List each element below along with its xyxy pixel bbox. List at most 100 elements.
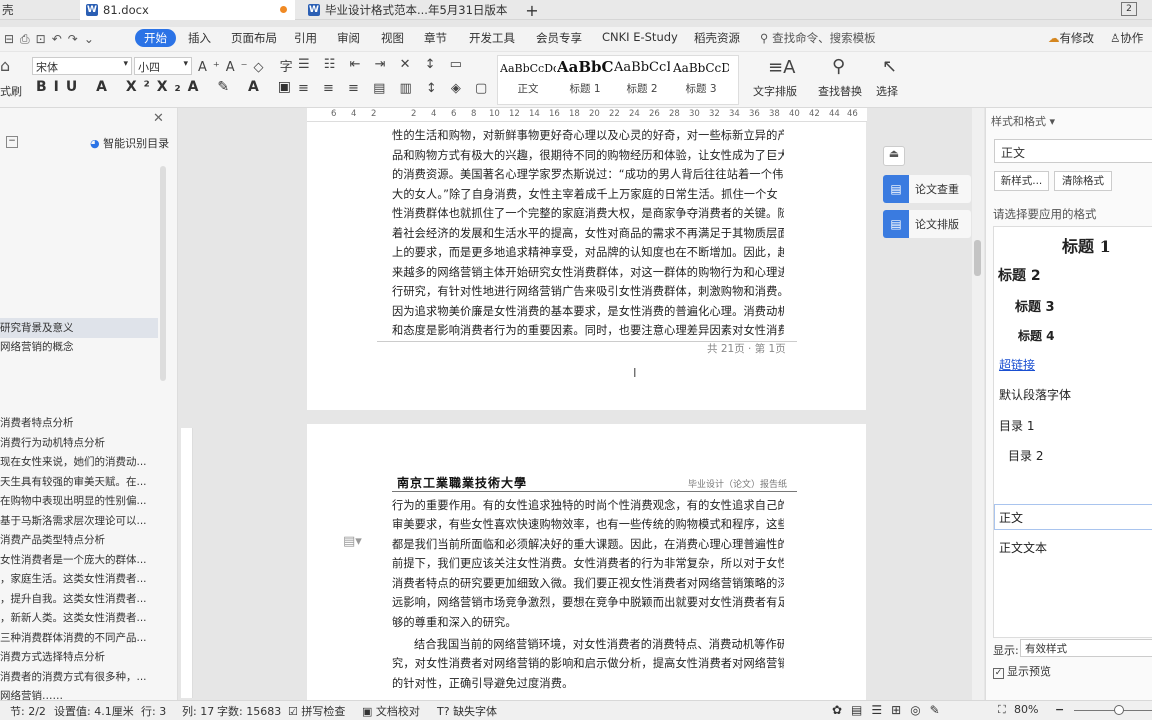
nav-item[interactable]: 网络营销的概念 bbox=[0, 338, 158, 356]
nav-item[interactable]: 消费产品类型特点分析 bbox=[0, 532, 158, 547]
style-item-heading-4[interactable]: 标题 4 bbox=[1018, 327, 1055, 344]
menu-review[interactable]: 审阅 bbox=[337, 30, 360, 46]
body-line: 远影响，网络营销市场竞争激烈，要想在竞争中脱颖而出就要对女性消费者有足 bbox=[392, 596, 784, 609]
thesis-check-button[interactable]: ▤ 论文查重 bbox=[883, 175, 971, 203]
paragraph-icon[interactable]: ▤▾ bbox=[343, 534, 362, 549]
menu-cnki[interactable]: CNKI E-Study bbox=[602, 30, 678, 44]
font-style-tools[interactable]: BIU A X²X₂A ✎ A ▣ bbox=[36, 79, 298, 95]
nav-item[interactable]: 消费行为动机特点分析 bbox=[0, 435, 158, 450]
style-heading-1[interactable]: AaBbCc 标题 1 bbox=[557, 55, 613, 105]
nav-item[interactable]: 研究背景及意义 bbox=[0, 318, 158, 338]
tab-doc-template[interactable]: W 毕业设计格式范本...年5月31日版本 bbox=[302, 0, 517, 20]
nav-item[interactable]: ，新新人类。这类女性消费者... bbox=[0, 610, 158, 625]
body-line: 品和购物方式有极大的兴趣，很期待不同的购物经历和体验，让女性成为了巨大 bbox=[392, 149, 784, 162]
check-doc-icon: ▤ bbox=[883, 175, 909, 203]
nav-item[interactable]: 女性消费者是一个庞大的群体... bbox=[0, 552, 158, 567]
changes-button[interactable]: ☁有修改 bbox=[1048, 30, 1094, 46]
style-heading-3[interactable]: AaBbCcD 标题 3 bbox=[673, 55, 729, 105]
show-style-select[interactable]: 有效样式 bbox=[1020, 639, 1152, 657]
style-item-hyperlink[interactable]: 超链接 bbox=[999, 356, 1035, 373]
nav-item[interactable]: 消费者的消费方式有很多种，... bbox=[0, 669, 158, 684]
font-size-tools[interactable]: A⁺A⁻◇ 字 bbox=[198, 56, 299, 75]
menu-developer[interactable]: 开发工具 bbox=[469, 30, 515, 46]
document-page-1[interactable]: 性的生活和购物，对新鲜事物更好奇心理以及心灵的好奇，对一些标新立异的产 品和购物… bbox=[307, 122, 866, 410]
nav-item[interactable]: 网络营销…… bbox=[0, 688, 158, 700]
quick-access-icons[interactable]: ⊟⎙⊡↶↷⌄ bbox=[4, 32, 100, 47]
font-size-select[interactable]: 小四 ▾ bbox=[134, 57, 192, 75]
select-button[interactable]: 选择 bbox=[876, 83, 898, 99]
format-painter-icon[interactable]: ⌂ bbox=[0, 56, 22, 80]
status-setting[interactable]: 设置值: 4.1厘米 bbox=[54, 703, 134, 719]
view-mode-icons[interactable]: ✿▤☰⊞◎✎ bbox=[832, 703, 949, 717]
nav-item[interactable]: 在购物中表现出明显的性别偏... bbox=[0, 493, 158, 508]
tab-doc-81[interactable]: W 81.docx bbox=[80, 0, 295, 20]
doc-proof-button[interactable]: ▣ 文档校对 bbox=[362, 703, 420, 719]
style-item-heading-1[interactable]: 标题 1 bbox=[1062, 233, 1111, 257]
nav-scrollbar[interactable] bbox=[160, 166, 166, 381]
styles-panel-title[interactable]: 样式和格式 ▾ bbox=[991, 113, 1055, 129]
current-style-field[interactable]: 正文 bbox=[994, 139, 1152, 163]
menu-view[interactable]: 视图 bbox=[381, 30, 404, 46]
style-item-heading-2[interactable]: 标题 2 bbox=[998, 265, 1041, 285]
tab-label: 壳 bbox=[2, 3, 14, 17]
list-tools[interactable]: ☰ ☷ ⇤ ⇥ ✕ ↕ ▭ bbox=[298, 57, 467, 72]
command-search[interactable]: ⚲ 查找命令、搜索模板 bbox=[760, 30, 876, 46]
collapse-icon[interactable]: − bbox=[6, 136, 18, 148]
document-page-2[interactable]: 南京工業職業技術大學 毕业设计（论文）报告纸 ▤▾ 行为的重要作用。有的女性追求… bbox=[307, 424, 866, 700]
missing-font-button[interactable]: T? 缺失字体 bbox=[437, 703, 497, 719]
status-word-count[interactable]: 字数: 15683 bbox=[217, 703, 281, 719]
menu-references[interactable]: 引用 bbox=[294, 30, 317, 46]
horizontal-ruler[interactable]: 6 4 2 2 4 6 8 10 12 14 16 18 20 22 24 26… bbox=[307, 108, 867, 122]
find-replace-button[interactable]: 查找替换 bbox=[818, 83, 862, 99]
zoom-slider-handle[interactable] bbox=[1114, 705, 1124, 715]
collapse-up-icon[interactable]: ⏏ bbox=[883, 146, 905, 166]
document-scrollbar[interactable] bbox=[972, 108, 984, 700]
menu-membership[interactable]: 会员专享 bbox=[536, 30, 582, 46]
zoom-out-icon[interactable]: − bbox=[1055, 703, 1064, 716]
style-item-heading-3[interactable]: 标题 3 bbox=[1015, 296, 1055, 315]
style-normal[interactable]: AaBbCcDd 正文 bbox=[500, 55, 556, 105]
style-item-toc-1[interactable]: 目录 1 bbox=[999, 417, 1034, 434]
window-count-badge[interactable]: 2 bbox=[1121, 2, 1137, 16]
zoom-level[interactable]: 80% bbox=[1014, 703, 1038, 716]
style-item-default-font[interactable]: 默认段落字体 bbox=[999, 386, 1071, 403]
close-icon[interactable]: ✕ bbox=[153, 111, 164, 126]
align-tools[interactable]: ≡ ≡ ≡ ▤ ▥ ↕ ◈ ▢ bbox=[298, 81, 492, 96]
style-item-toc-2[interactable]: 目录 2 bbox=[1008, 447, 1043, 464]
status-section[interactable]: 节: 2/2 bbox=[10, 703, 46, 719]
nav-item[interactable]: 消费者特点分析 bbox=[0, 415, 158, 430]
tab-partial[interactable]: 壳 bbox=[0, 0, 76, 20]
fit-page-icon[interactable]: ⛶ bbox=[998, 703, 1006, 717]
nav-item[interactable]: 天生具有较强的审美天赋。在... bbox=[0, 474, 158, 489]
menu-insert[interactable]: 插入 bbox=[188, 30, 211, 46]
menu-page-layout[interactable]: 页面布局 bbox=[231, 30, 277, 46]
nav-item[interactable]: ，提升自我。这类女性消费者... bbox=[0, 591, 158, 606]
ruler-tick: 24 bbox=[629, 109, 640, 119]
spell-check-button[interactable]: ☑ 拼写检查 bbox=[288, 703, 345, 719]
show-preview-checkbox[interactable]: ✓ 显示预览 bbox=[993, 663, 1051, 679]
ruler-tick: 34 bbox=[729, 109, 740, 119]
style-item-body-text[interactable]: 正文文本 bbox=[999, 539, 1047, 556]
new-tab-button[interactable]: + bbox=[522, 0, 542, 20]
new-style-button[interactable]: 新样式... bbox=[994, 171, 1049, 191]
menu-section[interactable]: 章节 bbox=[424, 30, 447, 46]
style-heading-2[interactable]: AaBbCcD 标题 2 bbox=[614, 55, 670, 105]
text-layout-button[interactable]: 文字排版 bbox=[753, 83, 797, 99]
scrollbar-thumb[interactable] bbox=[974, 240, 981, 276]
zoom-slider[interactable] bbox=[1074, 710, 1152, 711]
status-row[interactable]: 行: 3 bbox=[141, 703, 166, 719]
menu-home[interactable]: 开始 bbox=[135, 29, 176, 47]
smart-toc-button[interactable]: ◕ 智能识别目录 bbox=[90, 135, 169, 151]
collab-button[interactable]: ♙协作 bbox=[1110, 30, 1143, 46]
status-col[interactable]: 列: 17 bbox=[182, 703, 214, 719]
nav-item[interactable]: 三种消费群体消费的不同产品... bbox=[0, 630, 158, 645]
thesis-layout-button[interactable]: ▤ 论文排版 bbox=[883, 210, 971, 238]
command-search-label: 查找命令、搜索模板 bbox=[772, 31, 876, 45]
nav-item[interactable]: 现在女性来说，她们的消费动... bbox=[0, 454, 158, 469]
clear-format-button[interactable]: 清除格式 bbox=[1054, 171, 1112, 191]
nav-item[interactable]: 消费方式选择特点分析 bbox=[0, 649, 158, 664]
menu-docer[interactable]: 稻壳资源 bbox=[694, 30, 740, 46]
font-family-select[interactable]: 宋体 ▾ bbox=[32, 57, 132, 75]
nav-item[interactable]: 基于马斯洛需求层次理论可以... bbox=[0, 513, 158, 528]
nav-item[interactable]: ，家庭生活。这类女性消费者... bbox=[0, 571, 158, 586]
